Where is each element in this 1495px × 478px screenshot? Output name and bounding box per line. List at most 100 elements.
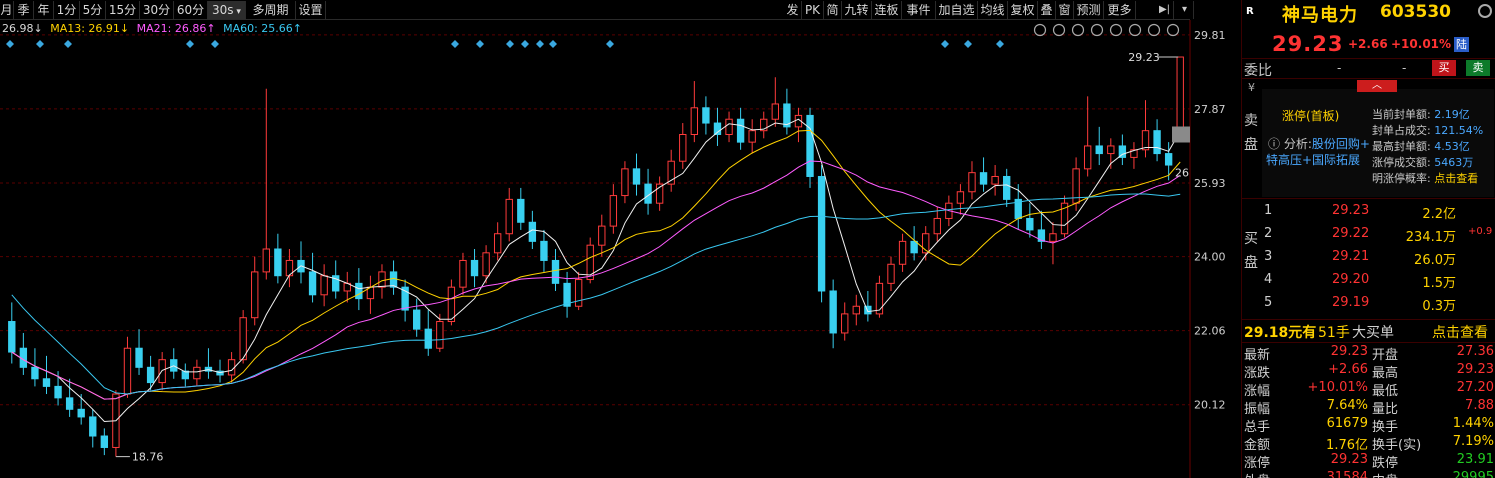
bid-row[interactable]: 3 29.21 26.0万 — [1242, 249, 1495, 272]
toolbar-tab[interactable]: 连板 — [872, 1, 902, 19]
bid-row[interactable]: 4 29.20 1.5万 — [1242, 272, 1495, 295]
price-change: +2.66 — [1348, 37, 1388, 51]
bid-level: 3 — [1264, 249, 1273, 264]
period-tab[interactable]: 5分 — [80, 1, 106, 19]
stat-value: 4.53亿 — [1430, 140, 1470, 153]
lock-icon[interactable] — [1090, 23, 1104, 37]
toolbar-tab[interactable]: 简 — [824, 1, 842, 19]
r-badge: R — [1246, 6, 1254, 17]
toolbar-tab[interactable]: 更多 — [1104, 1, 1136, 19]
candle-body — [598, 225, 606, 246]
toolbar-tab[interactable]: 均线 — [978, 1, 1008, 19]
quote-row: 外盘 31584 内盘 29995 — [1242, 470, 1495, 478]
candle-body — [89, 416, 97, 437]
big-order-hands: 51手 — [1318, 325, 1350, 341]
toolbar-tab[interactable]: 九转 — [842, 1, 872, 19]
sell-button[interactable]: 卖 — [1466, 60, 1490, 76]
big-order-price: 29.18元有 — [1244, 325, 1317, 341]
toolbar-tab[interactable]: PK — [802, 1, 824, 19]
event-marker — [606, 40, 614, 48]
period-tab[interactable]: 月 — [0, 1, 14, 19]
analysis-link[interactable]: 股份回购+ — [1312, 137, 1370, 151]
candle-body — [725, 118, 733, 135]
candle-body — [262, 248, 270, 273]
event-marker — [941, 40, 949, 48]
quote-value: 29995 — [1452, 470, 1494, 478]
bid-price: 29.23 — [1332, 203, 1370, 218]
period-tab[interactable]: 1分 — [54, 1, 80, 19]
bid-row[interactable]: 5 29.19 0.3万 — [1242, 295, 1495, 318]
collapse-icon[interactable]: ▶| — [1156, 1, 1174, 19]
hand-icon[interactable] — [1109, 23, 1123, 37]
limit-stats: 当前封单额: 2.19亿 封单占成交: 121.54% 最高封单额: 4.53亿 涨停… — [1372, 107, 1483, 187]
search-icon[interactable] — [1033, 23, 1047, 37]
stat-value[interactable]: 点击查看 — [1431, 172, 1478, 185]
period-tab[interactable]: 15分 — [106, 1, 140, 19]
settings-icon[interactable] — [1478, 4, 1492, 18]
quote-key: 量比 — [1372, 402, 1399, 417]
grid-icon[interactable] — [1128, 23, 1142, 37]
toolbar-tab[interactable]: 窗 — [1056, 1, 1074, 19]
collapse-tab[interactable]: ︿ — [1357, 80, 1397, 92]
candle-body — [251, 271, 259, 319]
quote-key: 涨跌 — [1244, 366, 1271, 381]
lu-badge[interactable]: 陆 — [1454, 37, 1469, 52]
big-order-link[interactable]: 点击查看 — [1432, 322, 1488, 342]
high-label: 29.23 — [1128, 51, 1160, 64]
toolbar-tab[interactable]: 事件 — [902, 1, 936, 19]
candle-body — [378, 271, 386, 288]
period-tab[interactable]: 30s ▾ — [208, 1, 246, 19]
quote-panel: R 神马电力 603530 29.23 +2.66 +10.01% 陆 委比 -… — [1241, 0, 1495, 478]
event-marker — [476, 40, 484, 48]
toolbar-tab[interactable]: 加自选 — [936, 1, 978, 19]
candle-body — [1049, 233, 1057, 242]
period-tab[interactable]: 60分 — [174, 1, 208, 19]
bid-price: 29.20 — [1332, 272, 1370, 287]
quote-value: +10.01% — [1307, 380, 1368, 395]
limit-stat-row: 明涨停概率: 点击查看 — [1372, 171, 1483, 187]
period-tab[interactable]: 多周期 — [246, 1, 296, 19]
toolbar-tab[interactable]: 预测 — [1074, 1, 1104, 19]
candle-body — [54, 385, 62, 399]
bid-row[interactable]: 2 29.22 234.1万 +0.9 — [1242, 226, 1495, 249]
analysis-link-2[interactable]: 特高压+国际拓展 — [1266, 151, 1360, 168]
stock-name[interactable]: 神马电力 — [1282, 1, 1358, 27]
candle-body — [852, 305, 860, 315]
bid-volume: 26.0万 — [1414, 253, 1456, 268]
quote-key: 总手 — [1244, 420, 1271, 435]
event-marker — [536, 40, 544, 48]
event-marker — [211, 40, 219, 48]
current-price-marker — [1172, 126, 1190, 143]
undo-icon[interactable] — [1052, 23, 1066, 37]
period-tab[interactable]: 设置 — [296, 1, 326, 19]
candle-body — [1141, 130, 1150, 151]
stock-code[interactable]: 603530 — [1380, 2, 1451, 22]
buy-button[interactable]: 买 — [1432, 60, 1456, 76]
candle-body — [956, 191, 965, 204]
toolbar-tab[interactable]: 发 — [784, 1, 802, 19]
period-tab[interactable]: 季 — [14, 1, 34, 19]
quote-key: 内盘 — [1372, 470, 1398, 478]
bid-volume: 1.5万 — [1422, 276, 1456, 291]
candle-body — [748, 130, 756, 143]
chevron-down-icon[interactable]: ▾ — [234, 7, 241, 17]
plus-icon[interactable] — [1147, 23, 1161, 37]
candle-body — [1026, 217, 1034, 231]
candle-body — [817, 175, 826, 292]
quote-value: 31584 — [1326, 470, 1368, 478]
chevron-down-icon[interactable]: ▾ — [1176, 1, 1194, 19]
candle-body — [470, 259, 479, 277]
eye-icon[interactable] — [1071, 23, 1085, 37]
minus-icon[interactable] — [1166, 23, 1180, 37]
bid-row[interactable]: 1 29.23 2.2亿 — [1242, 203, 1495, 226]
toolbar-tab[interactable]: 叠 — [1038, 1, 1056, 19]
candlestick-chart[interactable]: 29.81 27.87 25.93 24.00 22.06 20.12 29.23 18.76… — [0, 20, 1240, 478]
toolbar-tab[interactable]: 复权 — [1008, 1, 1038, 19]
y-tick-label: 24.00 — [1194, 251, 1226, 264]
candle-body — [841, 313, 849, 334]
candle-body — [528, 221, 537, 242]
period-tab[interactable]: 30分 — [140, 1, 174, 19]
quote-key: 最低 — [1372, 384, 1399, 399]
period-tab[interactable]: 年 — [34, 1, 54, 19]
candle-body — [690, 107, 699, 135]
